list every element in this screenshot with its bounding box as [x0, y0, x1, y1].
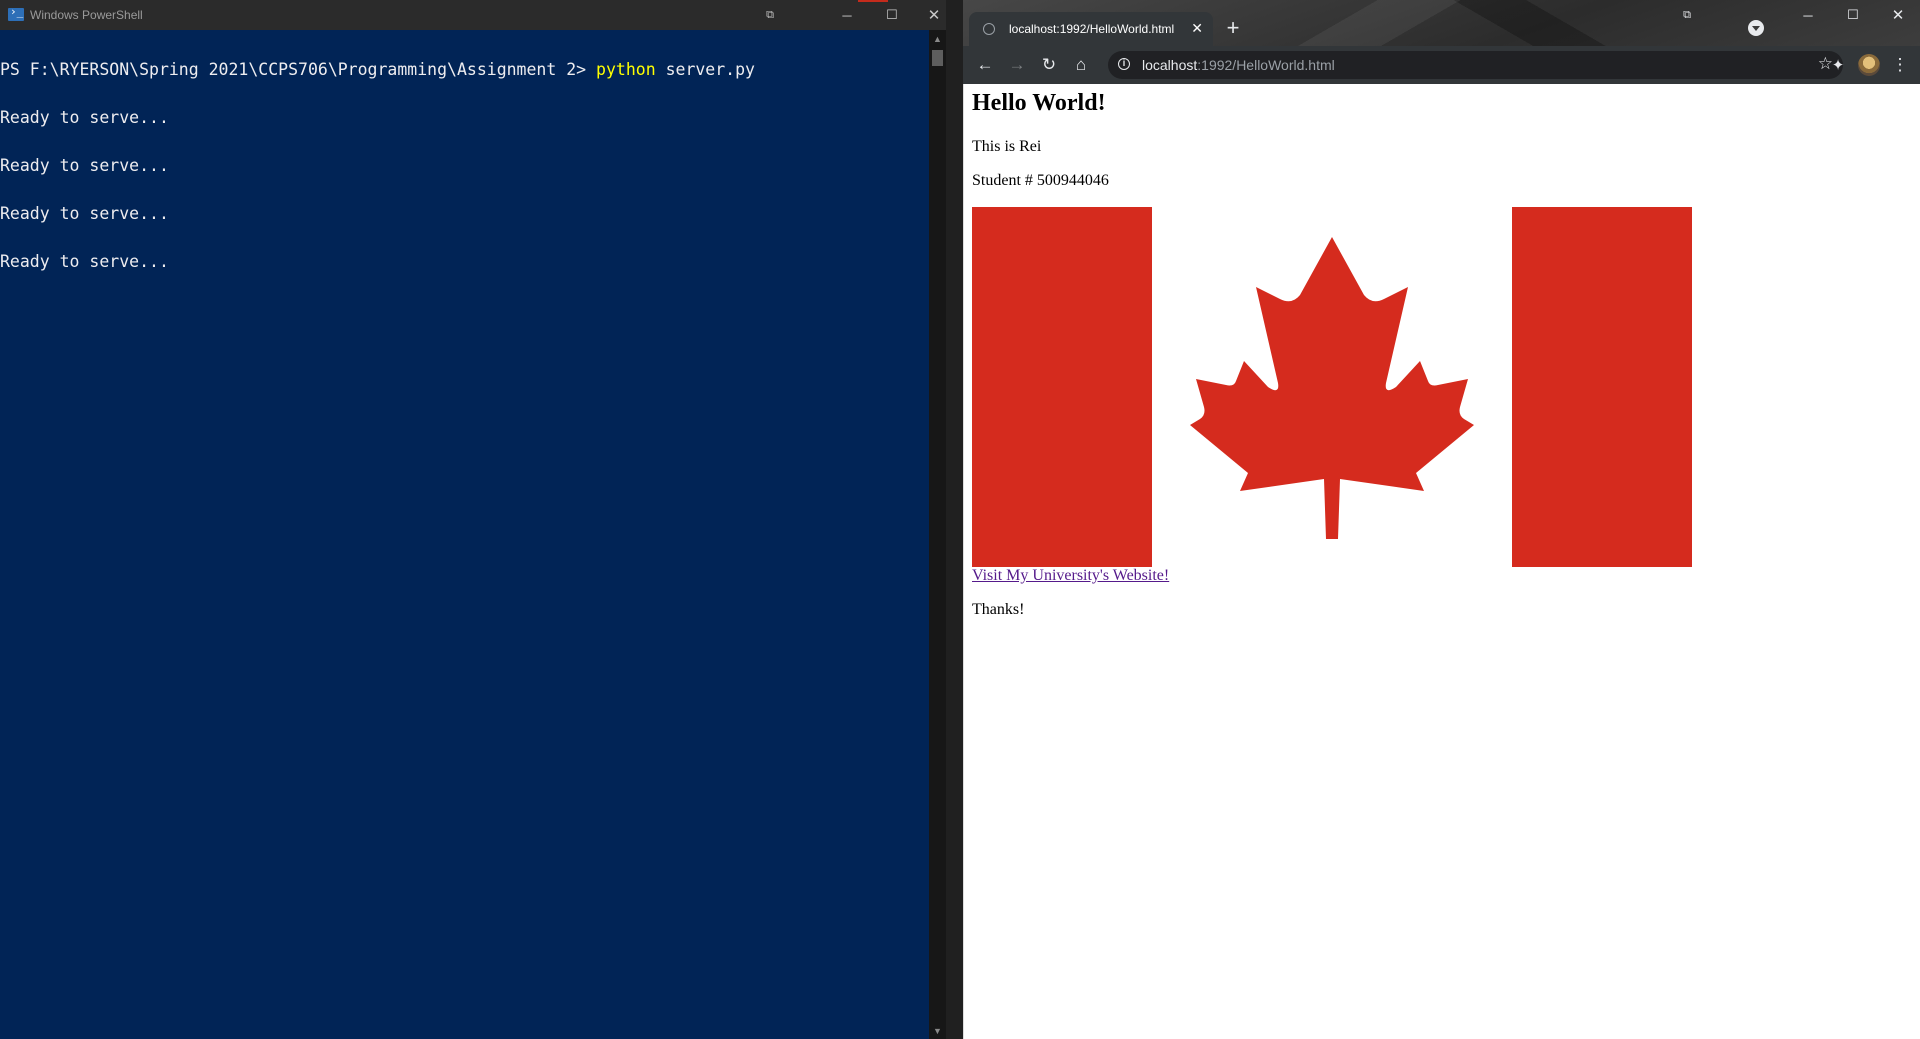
- tab-close-icon[interactable]: ✕: [1191, 20, 1203, 37]
- powershell-window-title: Windows PowerShell: [30, 8, 143, 22]
- tab-search-icon[interactable]: [1748, 20, 1764, 36]
- command-name: python: [596, 60, 656, 79]
- powershell-console[interactable]: PS F:\RYERSON\Spring 2021\CCPS706\Progra…: [0, 30, 940, 1039]
- console-scrollbar[interactable]: ▲ ▼: [929, 30, 946, 1039]
- flag-left-band: [972, 207, 1152, 567]
- scroll-up-icon[interactable]: ▲: [929, 30, 946, 47]
- browser-toolbar: ← → ↻ ⌂ i localhost:1992/HelloWorld.html…: [963, 46, 1920, 84]
- reload-icon[interactable]: ↻: [1037, 53, 1061, 77]
- profile-avatar[interactable]: [1858, 54, 1880, 76]
- output-line: Ready to serve...: [0, 156, 169, 175]
- output-line: Ready to serve...: [0, 108, 169, 127]
- menu-icon[interactable]: ⋮: [1888, 53, 1912, 77]
- forward-icon[interactable]: →: [1005, 53, 1029, 77]
- browser-window: localhost:1992/HelloWorld.html ✕ + ⧉ ─ ☐…: [963, 0, 1920, 1039]
- minimize-icon[interactable]: ─: [1786, 0, 1830, 30]
- active-tab[interactable]: localhost:1992/HelloWorld.html ✕: [969, 12, 1213, 46]
- maximize-icon[interactable]: ☐: [870, 0, 914, 30]
- output-line: Ready to serve...: [0, 204, 169, 223]
- url-path: :1992/HelloWorld.html: [1197, 57, 1335, 73]
- info-icon[interactable]: i: [1118, 58, 1130, 70]
- window-divider[interactable]: [946, 0, 963, 1039]
- page-viewport: Hello World! This is Rei Student # 50094…: [963, 84, 1920, 1039]
- minimize-icon[interactable]: ─: [825, 0, 869, 30]
- prompt-path: PS F:\RYERSON\Spring 2021\CCPS706\Progra…: [0, 60, 597, 79]
- intro-text: This is Rei: [972, 138, 1042, 155]
- canada-flag-image: [972, 207, 1692, 567]
- extensions-icon[interactable]: ✦: [1826, 53, 1850, 77]
- home-icon[interactable]: ⌂: [1069, 53, 1093, 77]
- url-text[interactable]: localhost:1992/HelloWorld.html: [1142, 57, 1335, 73]
- flag-right-band: [1512, 207, 1692, 567]
- page-heading: Hello World!: [972, 90, 1106, 116]
- prompt-line: PS F:\RYERSON\Spring 2021\CCPS706\Progra…: [0, 60, 940, 79]
- tab-title: localhost:1992/HelloWorld.html: [1009, 22, 1175, 36]
- output-line: Ready to serve...: [0, 252, 169, 271]
- snap-icon[interactable]: ⧉: [748, 0, 792, 30]
- command-args: server.py: [655, 60, 755, 79]
- university-link[interactable]: Visit My University's Website!: [972, 567, 1169, 585]
- new-tab-icon[interactable]: +: [1221, 17, 1245, 41]
- close-icon[interactable]: ✕: [1876, 0, 1920, 30]
- closing-text: Thanks!: [972, 601, 1025, 618]
- powershell-window: Windows PowerShell ⧉ ─ ☐ ✕ PS F:\RYERSON…: [0, 0, 946, 1039]
- tab-strip[interactable]: localhost:1992/HelloWorld.html ✕ + ⧉ ─ ☐…: [963, 0, 1920, 46]
- scroll-down-icon[interactable]: ▼: [929, 1022, 946, 1039]
- url-host: localhost: [1142, 57, 1198, 73]
- back-icon[interactable]: ←: [973, 53, 997, 77]
- address-bar[interactable]: i localhost:1992/HelloWorld.html ☆: [1108, 51, 1843, 79]
- globe-icon: [983, 23, 995, 35]
- snap-icon[interactable]: ⧉: [1665, 0, 1709, 30]
- powershell-icon: [8, 5, 24, 21]
- scrollbar-thumb[interactable]: [932, 50, 943, 66]
- maximize-icon[interactable]: ☐: [1831, 0, 1875, 30]
- powershell-titlebar[interactable]: Windows PowerShell ⧉ ─ ☐ ✕: [0, 0, 946, 30]
- student-number: Student # 500944046: [972, 172, 1109, 189]
